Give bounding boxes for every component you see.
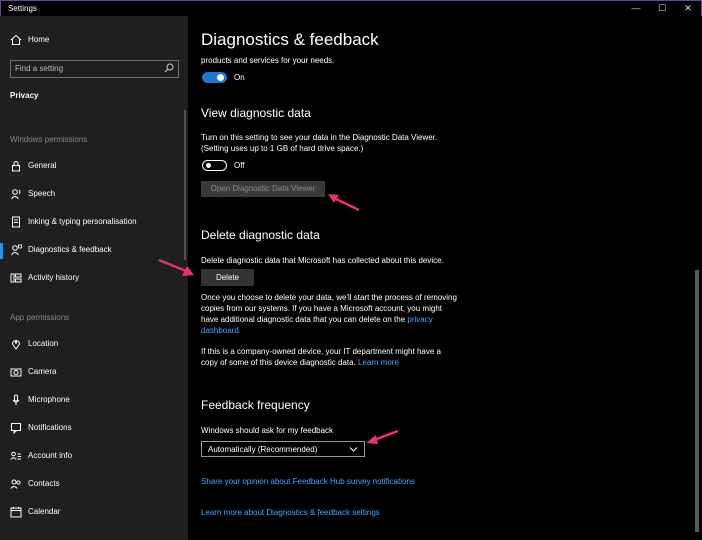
sidebar-item-label: Inking & typing personalisation [28,217,137,226]
search-field[interactable] [10,60,179,78]
delete-diagnostic-desc: Delete diagnostic data that Microsoft ha… [201,256,444,265]
calendar-icon [10,507,22,518]
sidebar-item-label: Location [28,339,59,348]
view-diagnostic-desc-2: (Setting uses up to 1 GB of hard drive s… [201,144,364,153]
speech-icon [11,189,21,200]
sidebar-item-label: Camera [28,367,57,376]
learn-more-link[interactable]: Learn more [358,358,399,367]
window-title: Settings [8,4,37,13]
top-description: products and services for your needs. [201,56,335,65]
chevron-down-icon [349,447,358,452]
sidebar-item-label: Diagnostics & feedback [28,245,112,254]
close-button[interactable]: ✕ [682,2,694,14]
section-label-windows-permissions: Windows permissions [10,135,88,144]
search-input[interactable] [15,62,155,74]
sidebar-item-label: Activity history [28,273,80,282]
sidebar-item-label: Account info [28,451,73,460]
delete-info-line-3: have additional diagnostic data that you… [201,314,433,325]
diagnostic-viewer-toggle[interactable] [202,160,227,171]
delete-info-line-2: copies from our systems. If you have a M… [201,304,442,313]
search-icon [164,63,174,73]
maximize-button[interactable]: ☐ [656,2,668,14]
sidebar-item-notifications[interactable]: Notifications [0,418,184,440]
lock-icon [12,161,20,172]
main-scrollbar[interactable] [695,270,699,532]
company-device-line-2: copy of some of this device diagnostic d… [201,357,399,368]
feedback-hub-link[interactable]: Share your opinion about Feedback Hub su… [201,476,415,487]
feedback-frequency-heading: Feedback frequency [201,398,310,412]
feedback-frequency-dropdown[interactable]: Automatically (Recommended) [201,441,365,457]
microphone-icon [12,394,20,405]
sidebar-item-location[interactable]: Location [0,334,184,356]
sidebar-item-microphone[interactable]: Microphone [0,390,184,412]
section-label-app-permissions: App permissions [10,313,70,322]
delete-info-text: have additional diagnostic data that you… [201,315,406,324]
page-title: Diagnostics & feedback [201,30,379,49]
contacts-icon [10,479,21,489]
sidebar-item-calendar[interactable]: Calendar [0,502,184,524]
sidebar-item-camera[interactable]: Camera [0,362,184,384]
home-icon [10,34,22,45]
dropdown-selected-value: Automatically (Recommended) [208,445,318,454]
company-device-line-1: If this is a company-owned device, your … [201,347,441,356]
toggle-state-label: Off [234,161,245,170]
view-diagnostic-heading: View diagnostic data [201,106,311,120]
sidebar-item-label: General [28,161,57,170]
sidebar-item-general[interactable]: General [0,156,184,178]
camera-icon [10,368,22,377]
sidebar-item-label: Contacts [28,479,60,488]
inking-icon [12,216,20,228]
privacy-dashboard-link[interactable]: privacy [407,315,432,324]
section-title-privacy: Privacy [10,91,39,100]
main-content [188,16,702,540]
open-diagnostic-viewer-button[interactable]: Open Diagnostic Data Viewer [201,181,325,197]
title-bar: Settings — ☐ ✕ [0,0,702,16]
delete-button[interactable]: Delete [201,269,254,286]
account-info-icon [10,451,21,460]
company-device-text: copy of some of this device diagnostic d… [201,358,356,367]
annotation-arrow [328,194,360,212]
minimize-button[interactable]: — [630,2,642,14]
delete-diagnostic-heading: Delete diagnostic data [201,228,320,242]
annotation-arrow [158,258,194,276]
notifications-icon [11,423,21,434]
diagnostics-icon [11,244,22,256]
toggle-state-label: On [234,73,245,82]
sidebar-item-contacts[interactable]: Contacts [0,474,184,496]
delete-info-line-1: Once you choose to delete your data, we'… [201,293,457,302]
privacy-dashboard-link[interactable]: dashboard. [201,325,241,336]
annotation-arrow [366,429,399,444]
sidebar-item-inking-typing[interactable]: Inking & typing personalisation [0,212,184,234]
sidebar-item-label: Home [28,35,50,44]
sidebar-scrollbar[interactable] [184,110,186,260]
location-icon [11,340,21,350]
sidebar-item-label: Speech [28,189,56,198]
sidebar-item-account-info[interactable]: Account info [0,446,184,468]
feedback-frequency-label: Windows should ask for my feedback [201,426,334,435]
sidebar-item-label: Notifications [28,423,72,432]
learn-more-diagnostics-link[interactable]: Learn more about Diagnostics & feedback … [201,507,380,518]
sidebar-item-speech[interactable]: Speech [0,184,184,206]
sidebar-item-label: Calendar [28,507,61,516]
sidebar-item-home[interactable]: Home [0,30,184,52]
activity-history-icon [10,273,22,283]
view-diagnostic-desc-1: Turn on this setting to see your data in… [201,133,438,142]
sidebar-item-label: Microphone [28,395,70,404]
tailored-experiences-toggle[interactable] [202,72,227,83]
active-indicator [0,243,3,259]
